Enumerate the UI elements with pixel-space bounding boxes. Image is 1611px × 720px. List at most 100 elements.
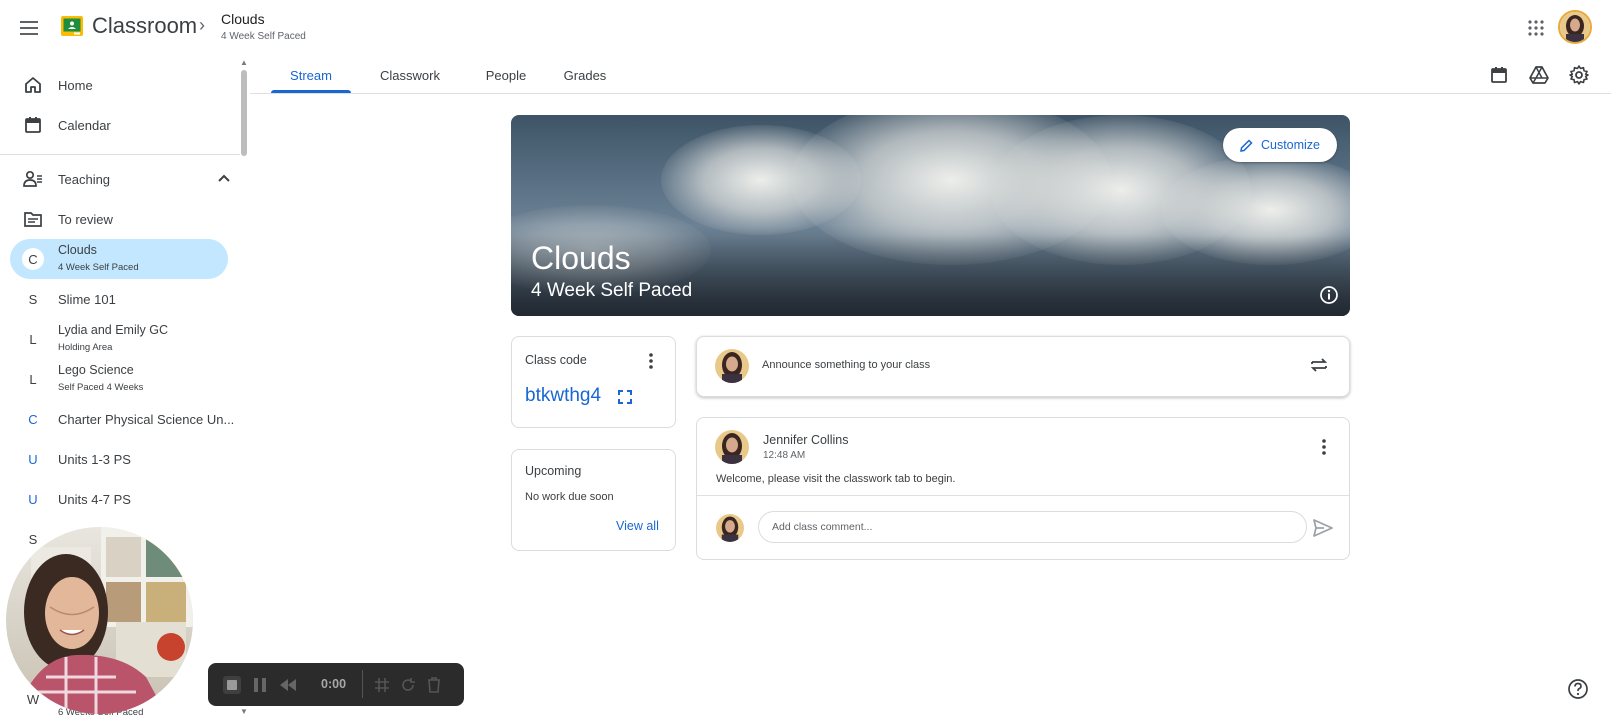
google-apps-button[interactable] (1522, 14, 1550, 42)
class-comment-input[interactable] (758, 511, 1307, 543)
stop-recording-button[interactable] (222, 675, 242, 695)
fullscreen-expand-icon[interactable] (617, 389, 633, 405)
gear-icon (1569, 65, 1589, 85)
post-body: Welcome, please visit the classwork tab … (716, 473, 956, 485)
class-settings-button[interactable] (1568, 64, 1590, 86)
banner-class-title: Clouds (531, 240, 631, 276)
upcoming-title: Upcoming (525, 464, 582, 478)
repost-icon[interactable] (1309, 355, 1329, 375)
class-code-card (511, 336, 676, 428)
trash-icon (428, 677, 440, 693)
comment-user-avatar (716, 514, 744, 542)
class-letter-avatar: C (28, 411, 38, 427)
tab-stream[interactable]: Stream (271, 56, 351, 94)
banner-shade (511, 235, 1350, 316)
main-menu-button[interactable] (14, 12, 46, 44)
class-letter-avatar: L (29, 371, 37, 387)
sidebar-class-charter-physical-science[interactable]: C Charter Physical Science Un... (10, 399, 234, 439)
class-name: Slime 101 (58, 291, 116, 307)
scroll-down-arrow-icon[interactable]: ▼ (240, 707, 248, 716)
scroll-up-arrow-icon[interactable]: ▲ (240, 58, 248, 67)
class-name: Units 4-7 PS (58, 491, 131, 507)
to-review-folder-icon (22, 208, 44, 230)
refresh-icon (402, 678, 415, 691)
class-section: 4 Week Self Paced (58, 262, 139, 273)
chevron-up-icon[interactable] (216, 170, 232, 186)
view-all-link[interactable]: View all (616, 519, 659, 533)
class-drive-folder-button[interactable] (1528, 64, 1550, 86)
class-name: Lydia and Emily GC (58, 323, 168, 337)
post-author-avatar[interactable] (715, 430, 749, 464)
tab-grades[interactable]: Grades (545, 56, 625, 94)
post-divider (697, 495, 1349, 496)
send-icon[interactable] (1312, 517, 1334, 539)
sidebar-class-clouds[interactable]: C Clouds 4 Week Self Paced (10, 239, 228, 279)
sidebar-item-calendar[interactable]: Calendar (10, 105, 228, 145)
sidebar-item-label: Home (58, 77, 93, 93)
sidebar-class-slime-101[interactable]: S Slime 101 (10, 279, 228, 319)
class-name: Units 1-3 PS (58, 451, 131, 467)
sidebar-item-label: Calendar (58, 117, 111, 133)
sidebar-item-home[interactable]: Home (10, 65, 228, 105)
rewind-icon (280, 679, 296, 691)
user-avatar (715, 349, 749, 383)
sidebar-item-label: Teaching (58, 171, 111, 187)
help-icon[interactable] (1567, 678, 1589, 700)
sidebar-item-to-review[interactable]: To review (10, 199, 228, 239)
class-tabs: Stream Classwork People Grades (250, 56, 1611, 94)
account-avatar[interactable] (1558, 10, 1592, 44)
customize-button[interactable]: Customize (1223, 128, 1337, 162)
class-name: Lego Science (58, 363, 134, 377)
webcam-overlay[interactable] (6, 527, 193, 714)
class-code-value[interactable]: btkwthg4 (525, 385, 601, 407)
drawing-grid-button[interactable] (372, 675, 392, 695)
recorder-divider (362, 670, 363, 698)
post-timestamp: 12:48 AM (763, 450, 806, 461)
sidebar-item-teaching[interactable]: Teaching (10, 159, 230, 199)
breadcrumb-class-section: 4 Week Self Paced (221, 31, 306, 42)
calendar-icon (1491, 67, 1507, 83)
customize-label: Customize (1260, 138, 1321, 152)
sidebar-class-units-4-7[interactable]: U Units 4-7 PS (10, 479, 228, 519)
pause-recording-button[interactable] (250, 675, 270, 695)
breadcrumb-class-name[interactable]: Clouds (221, 11, 265, 27)
app-name[interactable]: Classroom (92, 13, 197, 39)
info-icon[interactable] (1319, 285, 1339, 305)
sidebar-class-units-1-3[interactable]: U Units 1-3 PS (10, 439, 228, 479)
more-vert-icon[interactable] (1314, 437, 1334, 457)
sidebar-class-lego-science[interactable]: L Lego Science Self Paced 4 Weeks (10, 359, 228, 399)
tab-people[interactable]: People (466, 56, 546, 94)
sidebar-scroll-thumb[interactable] (241, 70, 247, 156)
class-letter-avatar: C (22, 248, 44, 270)
rewind-button[interactable] (278, 675, 298, 695)
class-name: Clouds (58, 243, 97, 257)
pencil-icon (1240, 138, 1253, 152)
banner-class-section: 4 Week Self Paced (531, 280, 693, 301)
home-icon (22, 74, 44, 96)
class-letter-avatar: L (29, 331, 37, 347)
class-code-label: Class code (525, 353, 587, 367)
grid-icon (375, 678, 389, 692)
stop-icon (223, 676, 241, 694)
active-tab-indicator (271, 90, 351, 93)
restart-recording-button[interactable] (398, 675, 418, 695)
apps-grid-icon (1528, 20, 1544, 36)
more-vert-icon[interactable] (641, 351, 661, 371)
class-letter-avatar: U (28, 491, 38, 507)
breadcrumb-chevron-icon: › (199, 15, 205, 35)
class-letter-avatar: U (28, 451, 38, 467)
hamburger-menu-icon (20, 21, 38, 35)
class-letter-avatar: S (28, 291, 38, 307)
tab-classwork[interactable]: Classwork (361, 56, 459, 94)
google-calendar-button[interactable] (1488, 64, 1510, 86)
sidebar-class-lydia-emily[interactable]: L Lydia and Emily GC Holding Area (10, 319, 228, 359)
announce-prompt[interactable]: Announce something to your class (762, 359, 930, 371)
sidebar-divider (0, 154, 240, 155)
classroom-logo[interactable] (61, 16, 83, 36)
class-section: Holding Area (58, 342, 113, 353)
post-author-name: Jennifer Collins (763, 433, 849, 447)
delete-recording-button[interactable] (424, 675, 444, 695)
teaching-people-icon (22, 168, 44, 190)
top-app-bar: Classroom › Clouds 4 Week Self Paced (0, 0, 1611, 56)
recording-timer: 0:00 (321, 677, 347, 691)
